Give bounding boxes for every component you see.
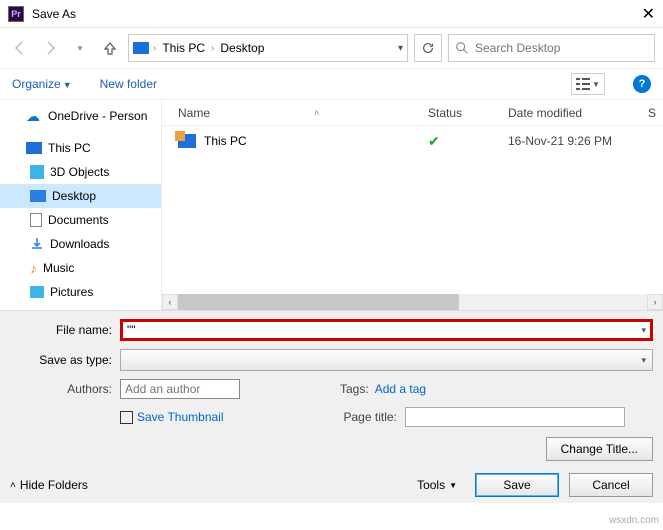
download-icon bbox=[30, 237, 44, 251]
forward-button[interactable] bbox=[38, 36, 62, 60]
folder-tree[interactable]: OneDrive - Person This PC 3D Objects Des… bbox=[0, 100, 162, 310]
tree-downloads[interactable]: Downloads bbox=[0, 232, 161, 256]
horizontal-scrollbar[interactable]: ‹ › bbox=[162, 294, 663, 310]
organize-menu[interactable]: Organize▼ bbox=[12, 77, 72, 91]
authors-input[interactable] bbox=[120, 379, 240, 399]
hide-folders-button[interactable]: ˄ Hide Folders bbox=[10, 478, 88, 492]
save-form: File name: ▾ Save as type: ▾ Authors: Ta… bbox=[0, 310, 663, 473]
help-button[interactable]: ? bbox=[633, 75, 651, 93]
tree-onedrive[interactable]: OneDrive - Person bbox=[0, 104, 161, 128]
body: OneDrive - Person This PC 3D Objects Des… bbox=[0, 100, 663, 310]
filename-dropdown[interactable]: ▾ bbox=[641, 325, 646, 336]
watermark: wsxdn.com bbox=[609, 515, 659, 526]
recent-dropdown[interactable]: ▾ bbox=[68, 36, 92, 60]
list-header: Name˄ Status Date modified S bbox=[162, 100, 663, 126]
scroll-thumb[interactable] bbox=[178, 294, 459, 310]
desktop-icon bbox=[30, 190, 46, 202]
col-size[interactable]: S bbox=[648, 106, 656, 120]
breadcrumb-dropdown[interactable]: ▾ bbox=[398, 43, 403, 54]
search-icon bbox=[455, 41, 469, 55]
picture-icon bbox=[30, 286, 44, 298]
shortcut-icon bbox=[178, 134, 196, 148]
pc-icon bbox=[133, 42, 149, 54]
newfolder-button[interactable]: New folder bbox=[100, 77, 157, 91]
tree-documents[interactable]: Documents bbox=[0, 208, 161, 232]
col-name[interactable]: Name˄ bbox=[178, 106, 428, 120]
tree-desktop[interactable]: Desktop bbox=[0, 184, 161, 208]
save-thumbnail-label[interactable]: Save Thumbnail bbox=[137, 410, 224, 424]
col-date[interactable]: Date modified bbox=[508, 106, 648, 120]
status-ok-icon: ✔ bbox=[428, 133, 440, 149]
type-label: Save as type: bbox=[10, 353, 120, 367]
crumb-desktop[interactable]: Desktop bbox=[218, 41, 266, 55]
app-icon: Pr bbox=[8, 6, 24, 22]
toolbar: Organize▼ New folder ▼ ? bbox=[0, 68, 663, 100]
back-button[interactable] bbox=[8, 36, 32, 60]
search-input[interactable] bbox=[475, 41, 648, 55]
cube-icon bbox=[30, 165, 44, 179]
close-button[interactable]: ✕ bbox=[642, 4, 655, 24]
cancel-button[interactable]: Cancel bbox=[569, 473, 653, 497]
scroll-left[interactable]: ‹ bbox=[162, 294, 178, 310]
breadcrumb[interactable]: › This PC › Desktop ▾ bbox=[128, 34, 408, 62]
cloud-icon bbox=[26, 110, 42, 122]
list-item[interactable]: This PC ✔ 16-Nov-21 9:26 PM bbox=[162, 126, 663, 156]
authors-label: Authors: bbox=[10, 382, 120, 396]
pc-icon bbox=[26, 142, 42, 154]
window-title: Save As bbox=[32, 7, 76, 21]
tags-link[interactable]: Add a tag bbox=[375, 382, 426, 396]
search-box[interactable] bbox=[448, 34, 655, 62]
change-title-button[interactable]: Change Title... bbox=[546, 437, 653, 461]
tree-music[interactable]: ♪Music bbox=[0, 256, 161, 280]
sort-asc-icon: ˄ bbox=[314, 108, 319, 118]
chevron-right-icon: › bbox=[211, 43, 214, 54]
chevron-down-icon: ▾ bbox=[635, 355, 652, 366]
pagetitle-input[interactable] bbox=[405, 407, 625, 427]
tree-pictures[interactable]: Pictures bbox=[0, 280, 161, 304]
up-button[interactable] bbox=[98, 36, 122, 60]
chevron-right-icon: › bbox=[153, 43, 156, 54]
tree-3dobjects[interactable]: 3D Objects bbox=[0, 160, 161, 184]
scroll-right[interactable]: › bbox=[647, 294, 663, 310]
tags-label: Tags: bbox=[340, 382, 369, 396]
view-button[interactable]: ▼ bbox=[571, 73, 605, 95]
type-select[interactable]: ▾ bbox=[120, 349, 653, 371]
refresh-button[interactable] bbox=[414, 34, 442, 62]
crumb-thispc[interactable]: This PC bbox=[160, 41, 207, 55]
footer: ˄ Hide Folders Tools▼ Save Cancel bbox=[0, 473, 663, 503]
save-thumbnail-checkbox[interactable] bbox=[120, 411, 133, 424]
chevron-up-icon: ˄ bbox=[10, 480, 16, 491]
pagetitle-label: Page title: bbox=[344, 410, 397, 424]
filename-label: File name: bbox=[10, 323, 120, 337]
tools-menu[interactable]: Tools▼ bbox=[417, 478, 457, 492]
file-list: Name˄ Status Date modified S This PC ✔ 1… bbox=[162, 100, 663, 310]
col-status[interactable]: Status bbox=[428, 106, 508, 120]
tree-thispc[interactable]: This PC bbox=[0, 136, 161, 160]
music-icon: ♪ bbox=[30, 260, 37, 276]
titlebar: Pr Save As ✕ bbox=[0, 0, 663, 28]
filename-input[interactable] bbox=[127, 323, 641, 337]
document-icon bbox=[30, 213, 42, 227]
save-button[interactable]: Save bbox=[475, 473, 559, 497]
nav-row: ▾ › This PC › Desktop ▾ bbox=[0, 28, 663, 68]
filename-field-wrap: ▾ bbox=[120, 319, 653, 341]
